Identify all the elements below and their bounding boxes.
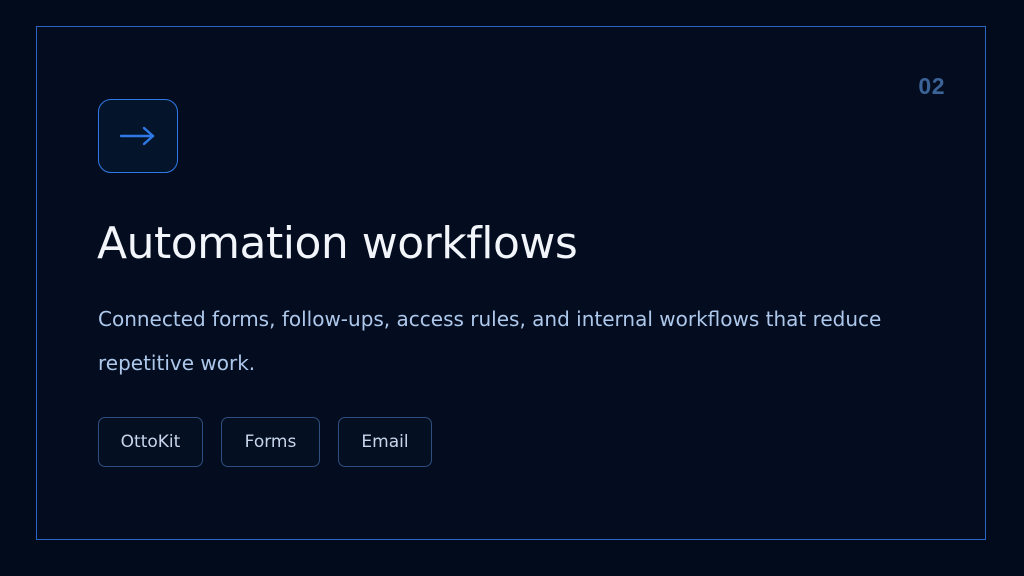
tag-ottokit: OttoKit (98, 417, 203, 467)
tag-forms: Forms (221, 417, 320, 467)
icon-container (98, 99, 178, 173)
arrow-right-icon (119, 126, 155, 146)
page: 02 Automation workflows Connected forms,… (0, 0, 1024, 576)
tag-email: Email (338, 417, 432, 467)
tag-list: OttoKit Forms Email (98, 417, 432, 467)
card-description: Connected forms, follow-ups, access rule… (98, 307, 882, 375)
card-number: 02 (918, 73, 945, 99)
feature-card: 02 Automation workflows Connected forms,… (36, 26, 986, 540)
card-title: Automation workflows (97, 218, 578, 269)
